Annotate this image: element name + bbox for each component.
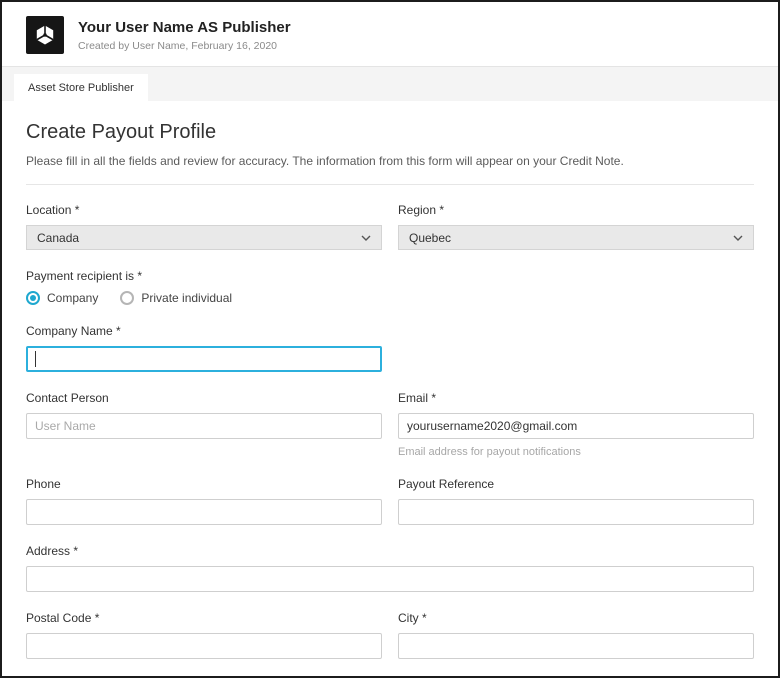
payment-recipient-field: Payment recipient is * Company Private i… [26, 269, 754, 305]
publisher-title: Your User Name AS Publisher [78, 19, 291, 36]
payout-reference-label: Payout Reference [398, 477, 754, 491]
region-field: Region * Quebec [398, 203, 754, 250]
email-input[interactable] [398, 413, 754, 439]
row-phone-payout: Phone Payout Reference [26, 477, 754, 525]
email-label: Email * [398, 391, 754, 405]
region-label: Region * [398, 203, 754, 217]
email-field: Email * Email address for payout notific… [398, 391, 754, 458]
radio-unselected-icon [120, 291, 134, 305]
phone-input[interactable] [26, 499, 382, 525]
region-select[interactable]: Quebec [398, 225, 754, 250]
row-contact-email: Contact Person Email * Email address for… [26, 391, 754, 458]
radio-selected-icon [26, 291, 40, 305]
postal-code-input[interactable] [26, 633, 382, 659]
address-label: Address * [26, 544, 754, 558]
payment-recipient-radio-group: Company Private individual [26, 291, 754, 305]
address-input[interactable] [26, 566, 754, 592]
tab-asset-store-publisher[interactable]: Asset Store Publisher [14, 74, 148, 101]
contact-person-label: Contact Person [26, 391, 382, 405]
postal-code-label: Postal Code * [26, 611, 382, 625]
main-content: Create Payout Profile Please fill in all… [2, 101, 778, 678]
city-input[interactable] [398, 633, 754, 659]
company-name-field: Company Name * [26, 324, 382, 372]
radio-option-private-individual[interactable]: Private individual [120, 291, 232, 305]
tab-bar: Asset Store Publisher [2, 66, 778, 101]
location-label: Location * [26, 203, 382, 217]
row-address: Address * [26, 544, 754, 592]
region-value: Quebec [409, 231, 451, 245]
publisher-header: Your User Name AS Publisher Created by U… [2, 2, 778, 66]
row-payment-recipient: Payment recipient is * Company Private i… [26, 269, 754, 305]
payout-profile-form: Location * Canada Region * Quebec [26, 185, 754, 678]
company-name-input-wrap [26, 346, 382, 372]
city-label: City * [398, 611, 754, 625]
app-window: Your User Name AS Publisher Created by U… [0, 0, 780, 678]
page-description: Please fill in all the fields and review… [26, 154, 754, 168]
chevron-down-icon [361, 235, 371, 241]
payout-reference-input[interactable] [398, 499, 754, 525]
row-postal-city: Postal Code * City * [26, 611, 754, 659]
radio-option-company[interactable]: Company [26, 291, 98, 305]
row-company-name: Company Name * [26, 324, 754, 372]
contact-person-field: Contact Person [26, 391, 382, 458]
radio-label-company: Company [47, 291, 98, 305]
text-cursor [35, 351, 36, 367]
contact-person-input[interactable] [26, 413, 382, 439]
city-field: City * [398, 611, 754, 659]
location-select[interactable]: Canada [26, 225, 382, 250]
email-helper-text: Email address for payout notifications [398, 446, 754, 458]
company-name-input[interactable] [26, 346, 382, 372]
header-text: Your User Name AS Publisher Created by U… [78, 19, 291, 52]
location-value: Canada [37, 231, 79, 245]
phone-label: Phone [26, 477, 382, 491]
publisher-subtitle: Created by User Name, February 16, 2020 [78, 40, 291, 52]
unity-logo-icon [26, 16, 64, 54]
postal-code-field: Postal Code * [26, 611, 382, 659]
page-title: Create Payout Profile [26, 121, 754, 144]
company-name-label: Company Name * [26, 324, 382, 338]
chevron-down-icon [733, 235, 743, 241]
empty-cell [398, 324, 754, 372]
radio-label-private-individual: Private individual [141, 291, 232, 305]
address-field: Address * [26, 544, 754, 592]
payout-reference-field: Payout Reference [398, 477, 754, 525]
row-location-region: Location * Canada Region * Quebec [26, 203, 754, 250]
payment-recipient-label: Payment recipient is * [26, 269, 754, 283]
location-field: Location * Canada [26, 203, 382, 250]
phone-field: Phone [26, 477, 382, 525]
